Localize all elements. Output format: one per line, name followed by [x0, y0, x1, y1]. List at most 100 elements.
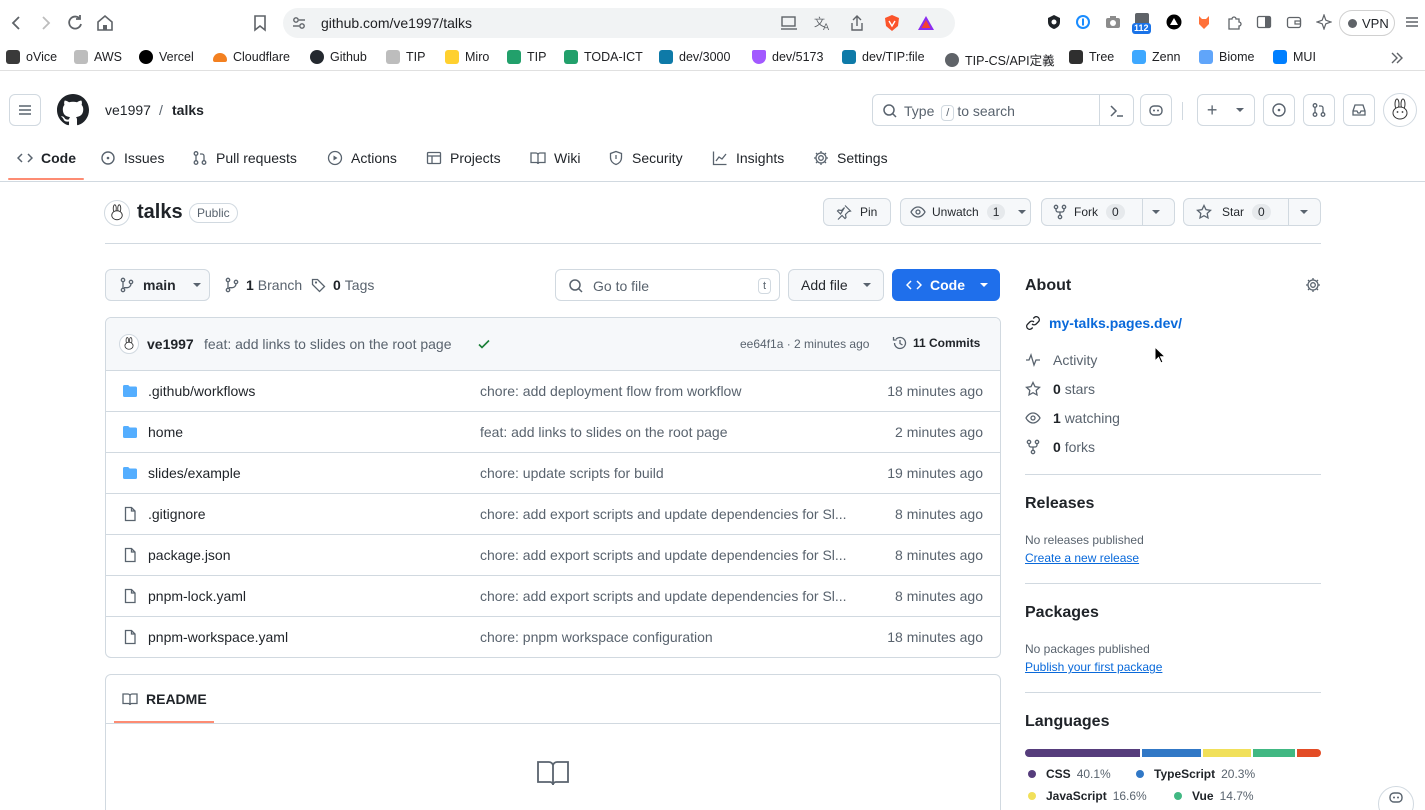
menu-button[interactable] [9, 94, 41, 126]
copilot-chat-button[interactable] [1378, 786, 1414, 810]
activity-link[interactable]: Activity [1025, 352, 1097, 368]
branch-selector[interactable]: main [105, 269, 210, 301]
file-name[interactable]: .github/workflows [148, 383, 255, 399]
bookmark-aws[interactable]: AWS [74, 50, 122, 64]
create-new-button[interactable]: + [1197, 94, 1255, 126]
command-palette-icon[interactable] [1109, 103, 1125, 119]
commit-author[interactable]: ve1997 [147, 336, 194, 352]
commit-message[interactable]: feat: add links to slides on the root pa… [204, 336, 452, 352]
file-commit-message[interactable]: chore: pnpm workspace configuration [480, 629, 713, 645]
packages-title[interactable]: Packages [1025, 604, 1099, 622]
code-dropdown-button[interactable]: Code [892, 269, 1000, 301]
reload-icon[interactable] [64, 12, 86, 34]
vpn-button[interactable]: VPN [1339, 10, 1395, 36]
address-bar[interactable]: github.com/ve1997/talks 文A [283, 8, 955, 38]
fork-button[interactable]: Fork 0 [1041, 198, 1175, 226]
inbox-button[interactable] [1343, 94, 1375, 126]
watching-link[interactable]: 1 watching [1025, 410, 1120, 426]
forward-icon[interactable] [34, 12, 56, 34]
translate-icon[interactable]: 文A [814, 15, 832, 31]
brave-rewards-icon[interactable] [916, 14, 936, 32]
tags-link[interactable]: 0 Tags [311, 277, 374, 293]
add-file-button[interactable]: Add file [788, 269, 884, 301]
bookmark-dev-tip-file[interactable]: dev/TIP:file [842, 50, 925, 64]
bookmark-cloudflare[interactable]: Cloudflare [213, 50, 290, 64]
share-icon[interactable] [849, 14, 865, 32]
bookmark-vercel[interactable]: Vercel [139, 50, 194, 64]
tab-issues[interactable]: Issues [100, 148, 164, 168]
tab-code[interactable]: Code [17, 148, 76, 168]
extension-1password-icon[interactable] [1075, 14, 1091, 30]
gear-icon[interactable] [1305, 277, 1321, 293]
bookmark-zenn[interactable]: Zenn [1132, 50, 1181, 64]
file-name[interactable]: package.json [148, 547, 231, 563]
bookmarks-overflow-icon[interactable] [1390, 52, 1404, 64]
star-button[interactable]: Star 0 [1183, 198, 1321, 226]
bookmark-github[interactable]: Github [310, 50, 367, 64]
branches-link[interactable]: 1 Branch [224, 277, 302, 293]
extensions-puzzle-icon[interactable] [1226, 14, 1242, 30]
bookmark-tip-folder[interactable]: TIP [386, 50, 425, 64]
go-to-file-input[interactable]: Go to file t [555, 269, 780, 301]
repo-title[interactable]: talks [137, 201, 183, 224]
tab-actions[interactable]: Actions [327, 148, 397, 168]
file-row[interactable]: slides/example chore: update scripts for … [106, 452, 1000, 493]
file-name[interactable]: home [148, 424, 183, 440]
sidebar-toggle-icon[interactable] [1256, 14, 1272, 30]
repo-link[interactable]: talks [172, 102, 204, 118]
owner-link[interactable]: ve1997 [105, 102, 151, 118]
bookmark-icon[interactable] [249, 12, 271, 34]
home-icon[interactable] [94, 12, 116, 34]
bookmark-tree[interactable]: Tree [1069, 50, 1114, 64]
file-row[interactable]: .gitignore chore: add export scripts and … [106, 493, 1000, 534]
bookmark-miro[interactable]: Miro [445, 50, 489, 64]
bookmark-toda-ict[interactable]: TODA-ICT [564, 50, 643, 64]
bookmark-tip[interactable]: TIP [507, 50, 546, 64]
file-commit-message[interactable]: chore: add export scripts and update dep… [480, 588, 847, 604]
back-icon[interactable] [6, 12, 28, 34]
menu-icon[interactable] [1405, 15, 1419, 29]
pin-button[interactable]: Pin [823, 198, 891, 226]
language-item[interactable]: JavaScript 16.6% [1028, 789, 1147, 803]
file-commit-message[interactable]: chore: add deployment flow from workflow [480, 383, 741, 399]
pull-requests-button[interactable] [1303, 94, 1335, 126]
readme-tab[interactable]: README [122, 691, 207, 707]
commits-link[interactable]: 11 Commits [892, 335, 980, 351]
site-settings-icon[interactable] [291, 15, 307, 31]
issues-button[interactable] [1263, 94, 1295, 126]
extension-fox-icon[interactable] [1196, 14, 1212, 30]
file-row[interactable]: .github/workflows chore: add deployment f… [106, 370, 1000, 411]
leo-ai-icon[interactable] [1316, 14, 1332, 30]
file-name[interactable]: pnpm-workspace.yaml [148, 629, 288, 645]
file-name[interactable]: .gitignore [148, 506, 206, 522]
file-commit-message[interactable]: chore: add export scripts and update dep… [480, 506, 847, 522]
bookmark-tip-cs-api[interactable]: TIP-CS/API定義 [945, 50, 1055, 69]
cast-icon[interactable] [780, 15, 798, 31]
tab-wiki[interactable]: Wiki [530, 148, 580, 168]
github-logo-icon[interactable] [57, 94, 89, 126]
avatar[interactable] [1383, 93, 1417, 127]
check-icon[interactable] [477, 337, 491, 351]
file-commit-message[interactable]: chore: update scripts for build [480, 465, 664, 481]
extension-black-icon[interactable] [1166, 14, 1182, 30]
bookmark-ovice[interactable]: oVice [6, 50, 57, 64]
tab-security[interactable]: Security [608, 148, 683, 168]
forks-link[interactable]: 0 forks [1025, 439, 1095, 455]
publish-package-link[interactable]: Publish your first package [1025, 660, 1162, 674]
tab-projects[interactable]: Projects [426, 148, 501, 168]
create-release-link[interactable]: Create a new release [1025, 551, 1139, 565]
file-row[interactable]: package.json chore: add export scripts an… [106, 534, 1000, 575]
bookmark-dev3000[interactable]: dev/3000 [659, 50, 730, 64]
bookmark-biome[interactable]: Biome [1199, 50, 1254, 64]
bookmark-mui[interactable]: MUI [1273, 50, 1316, 64]
file-name[interactable]: slides/example [148, 465, 241, 481]
wallet-icon[interactable] [1286, 14, 1302, 30]
language-item[interactable]: Vue 14.7% [1174, 789, 1254, 803]
file-row[interactable]: home feat: add links to slides on the roo… [106, 411, 1000, 452]
file-row[interactable]: pnpm-workspace.yaml chore: pnpm workspace… [106, 616, 1000, 657]
language-item[interactable]: CSS 40.1% [1028, 767, 1111, 781]
stars-link[interactable]: 0 stars [1025, 381, 1095, 397]
commit-author-avatar[interactable] [119, 334, 139, 354]
language-item[interactable]: TypeScript 20.3% [1136, 767, 1255, 781]
file-row[interactable]: pnpm-lock.yaml chore: add export scripts … [106, 575, 1000, 616]
